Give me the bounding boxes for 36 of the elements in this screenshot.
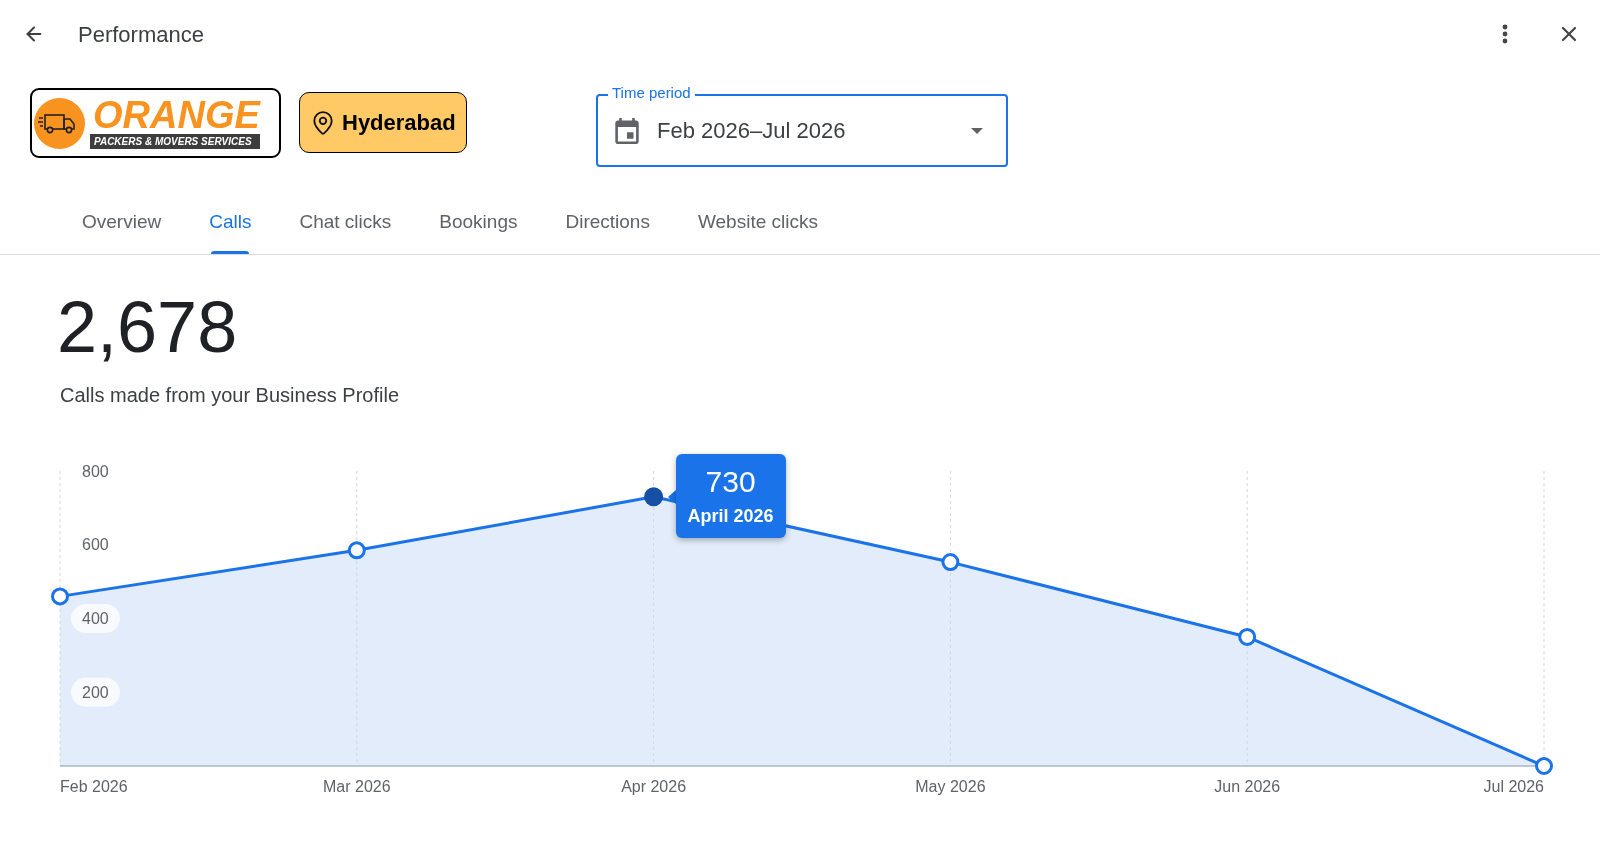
x-axis-label: Mar 2026 bbox=[323, 777, 391, 795]
field-label: Time period bbox=[608, 84, 695, 102]
brand-name: ORANGE bbox=[92, 97, 260, 132]
tab[interactable]: Bookings bbox=[439, 189, 518, 254]
x-axis-label: Feb 2026 bbox=[60, 777, 128, 795]
brand-tagline: PACKERS & MOVERS SERVICES bbox=[90, 133, 260, 149]
calendar-icon bbox=[614, 117, 640, 144]
tab[interactable]: Overview bbox=[82, 189, 162, 254]
data-point-icon[interactable] bbox=[51, 587, 69, 606]
y-axis-label: 800 bbox=[82, 462, 109, 480]
data-point-icon[interactable] bbox=[1535, 757, 1553, 775]
data-point-icon[interactable] bbox=[1238, 627, 1257, 646]
x-axis-label: May 2026 bbox=[915, 777, 986, 795]
y-tick-label: 400 bbox=[82, 610, 109, 627]
x-axis-label: Apr 2026 bbox=[621, 777, 687, 795]
tab[interactable]: Calls bbox=[209, 189, 252, 254]
truck-logo-icon bbox=[34, 97, 85, 149]
x-axis-label: Jun 2026 bbox=[1214, 777, 1281, 795]
data-point-icon[interactable] bbox=[941, 553, 960, 572]
tab[interactable]: Website clicks bbox=[697, 189, 818, 254]
metric-value: 2,678 bbox=[57, 291, 238, 363]
tab[interactable]: Directions bbox=[565, 189, 650, 254]
more-options-icon bbox=[1502, 24, 1508, 44]
data-point-icon[interactable] bbox=[644, 487, 664, 507]
y-tick-label: 200 bbox=[82, 683, 109, 701]
tooltip-value: 730 bbox=[705, 466, 756, 497]
metric-description: Calls made from your Business Profile bbox=[60, 383, 399, 408]
page-title: Performance bbox=[78, 20, 204, 49]
map-pin-icon bbox=[310, 109, 336, 136]
x-axis-label: Jul 2026 bbox=[1483, 777, 1544, 795]
location-name: Hyderabad bbox=[342, 109, 456, 137]
tab[interactable]: Chat clicks bbox=[299, 189, 392, 254]
caret-down-icon bbox=[971, 127, 983, 134]
tooltip-date: April 2026 bbox=[687, 506, 774, 525]
y-axis-label: 600 bbox=[82, 536, 109, 554]
data-point-icon[interactable] bbox=[347, 541, 366, 560]
